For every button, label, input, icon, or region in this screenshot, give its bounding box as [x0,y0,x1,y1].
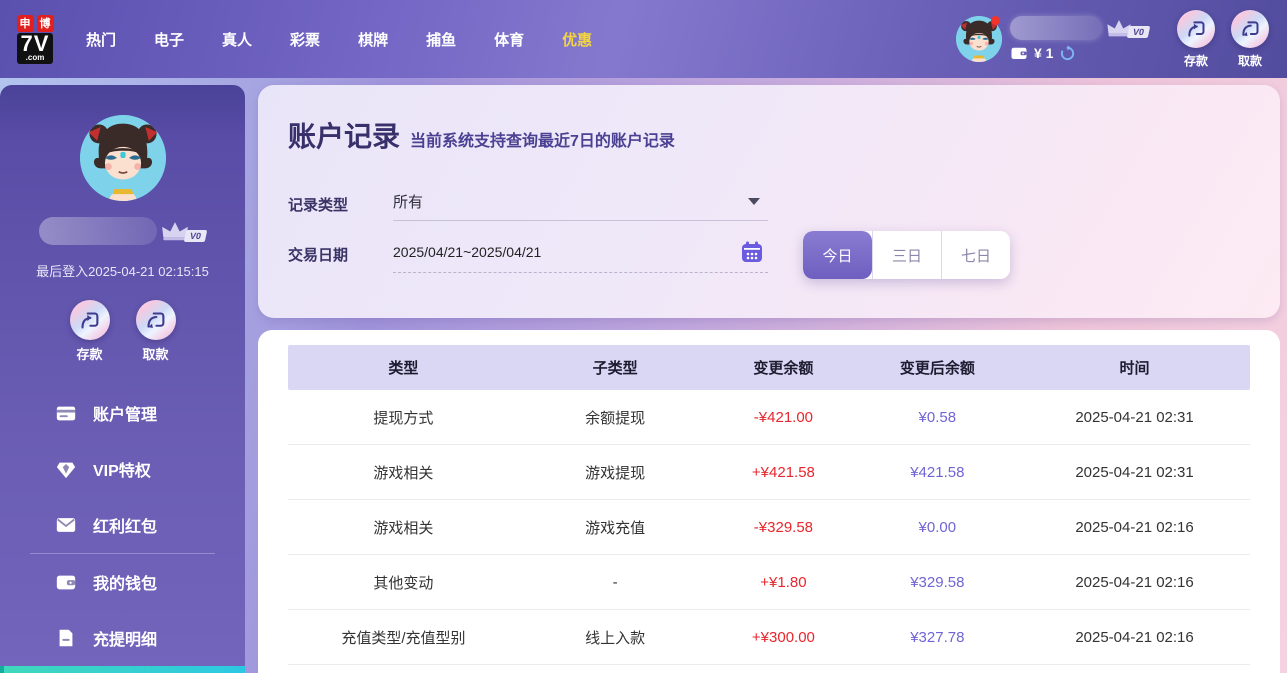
deposit-button[interactable]: 存款 [70,300,110,363]
deposit-icon [1186,19,1206,39]
last-login-text: 最后登入2025-04-21 02:15:15 [0,261,245,280]
nav-item-cards[interactable]: 棋牌 [358,29,388,50]
site-logo[interactable]: 申 博 7V .com [10,15,60,64]
logo-text: 7V [21,31,50,56]
table-row: 提现方式 余额提现 -¥421.00 ¥0.58 2025-04-21 02:3… [288,390,1250,445]
col-change: 变更余额 [711,357,855,378]
notification-dot [991,16,1000,25]
username-blurred [39,217,157,245]
vip-gem-icon [55,458,77,480]
sidebar-item-deposit-withdraw-details[interactable]: 充提明细 [0,610,245,666]
transaction-date-label: 交易日期 [288,244,393,265]
avatar-image [80,115,166,201]
withdraw-icon [1240,19,1260,39]
today-button[interactable]: 今日 [803,231,872,279]
withdraw-icon [145,310,166,331]
date-range-value: 2025/04/21~2025/04/21 [393,244,541,260]
nav-item-lottery[interactable]: 彩票 [290,29,320,50]
logo-badge-right: 博 [37,15,54,32]
sidebar-item-account-management[interactable]: 账户管理 [0,385,245,441]
user-area: V0 ¥ 1 存款 [956,10,1287,69]
sidebar-item-bonus-redpacket[interactable]: 红利红包 [0,497,245,553]
record-type-value: 所有 [393,191,423,212]
records-header-panel: 账户记录 当前系统支持查询最近7日的账户记录 记录类型 所有 交易日期 2025… [258,85,1280,318]
col-time: 时间 [1019,357,1250,378]
card-icon [55,402,77,424]
sidebar-item-my-wallet[interactable]: 我的钱包 [0,554,245,610]
table-row: 游戏相关 游戏充值 -¥329.58 ¥0.00 2025-04-21 02:1… [288,500,1250,555]
col-after: 变更后余额 [856,357,1020,378]
deposit-button[interactable]: 存款 [1177,10,1215,69]
seven-days-button[interactable]: 七日 [941,231,1010,279]
withdraw-button[interactable]: 取款 [1231,10,1269,69]
sidebar-item-vip-privilege[interactable]: VIP特权 [0,441,245,497]
logo-badge-left: 申 [17,15,34,32]
deposit-icon [79,310,100,331]
three-days-button[interactable]: 三日 [872,231,941,279]
nav-item-slots[interactable]: 电子 [154,29,184,50]
records-table-panel: 类型 子类型 变更余额 变更后余额 时间 提现方式 余额提现 -¥421.00 … [258,330,1280,673]
username-blurred [1010,16,1102,40]
quick-date-buttons: 今日 三日 七日 [803,231,1010,279]
sidebar-item-account-records[interactable]: 账户记录 [0,666,245,673]
col-type: 类型 [288,357,519,378]
sidebar-menu: 账户管理 VIP特权 红利红包 [0,385,245,673]
vip-crown-icon[interactable]: V0 [161,221,206,242]
nav-item-live[interactable]: 真人 [222,29,252,50]
calendar-icon[interactable] [740,240,764,264]
sidebar-avatar[interactable] [80,115,166,201]
vip-level-badge: V0 [1127,26,1151,38]
nav-item-promo[interactable]: 优惠 [562,29,592,50]
envelope-icon [55,514,77,536]
document-icon [55,627,77,649]
table-row: 充值类型/充值型别 线上入款 +¥300.00 ¥327.78 2025-04-… [288,610,1250,665]
table-row: 其他变动 - +¥1.80 ¥329.58 2025-04-21 02:16 [288,555,1250,610]
table-header: 类型 子类型 变更余额 变更后余额 时间 [288,345,1250,390]
main-navigation: 热门 电子 真人 彩票 棋牌 捕鱼 体育 优惠 [86,29,592,50]
nav-item-fishing[interactable]: 捕鱼 [426,29,456,50]
vip-level-badge: V0 [184,230,208,242]
page-title: 账户记录 [288,115,400,155]
vip-crown-icon[interactable]: V0 [1106,19,1149,38]
nav-item-hot[interactable]: 热门 [86,29,116,50]
wallet-icon [55,571,77,593]
record-type-select[interactable]: 所有 [393,187,768,221]
col-subtype: 子类型 [519,357,711,378]
user-avatar[interactable] [956,16,1002,62]
withdraw-button[interactable]: 取款 [136,300,176,363]
refresh-icon[interactable] [1059,45,1076,62]
nav-item-sports[interactable]: 体育 [494,29,524,50]
main-content: 账户记录 当前系统支持查询最近7日的账户记录 记录类型 所有 交易日期 2025… [258,85,1280,673]
chevron-down-icon [748,198,760,205]
date-range-picker[interactable]: 2025/04/21~2025/04/21 [393,236,768,273]
table-row: 游戏相关 游戏提现 +¥421.58 ¥421.58 2025-04-21 02… [288,445,1250,500]
page-subtitle: 当前系统支持查询最近7日的账户记录 [410,127,675,151]
wallet-icon [1010,44,1028,62]
top-navbar: 申 博 7V .com 热门 电子 真人 彩票 棋牌 捕鱼 体育 优惠 [0,0,1287,78]
balance-amount: ¥ 1 [1034,45,1053,61]
record-type-label: 记录类型 [288,194,393,215]
sidebar: V0 最后登入2025-04-21 02:15:15 存款 取款 [0,85,245,673]
